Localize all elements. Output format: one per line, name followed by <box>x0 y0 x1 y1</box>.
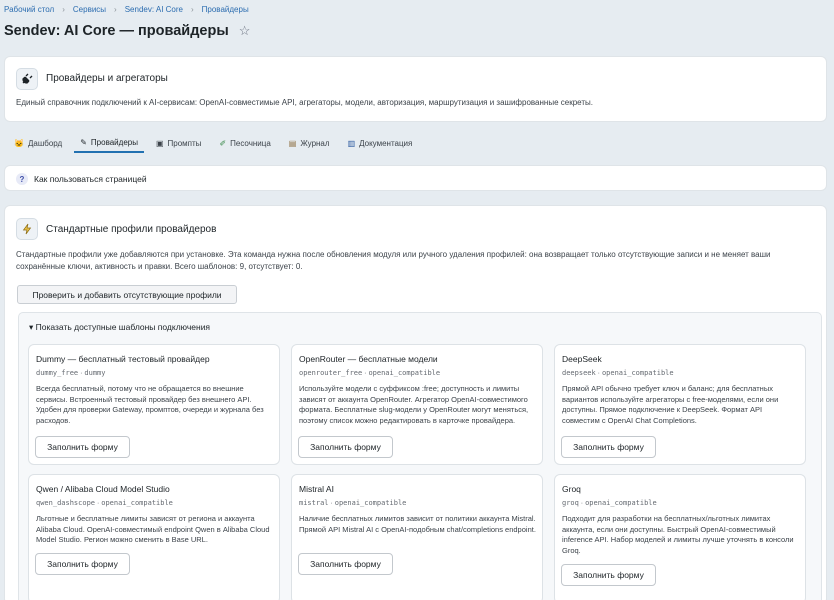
plug-icon <box>16 68 38 90</box>
template-meta: mistral · openai_compatible <box>299 499 406 507</box>
template-description: Наличие бесплатных лимитов зависит от по… <box>299 514 536 534</box>
template-description: Всегда бесплатный, потому что не обращае… <box>36 384 264 425</box>
template-card: Qwen / Alibaba Cloud Model Studio qwen_d… <box>28 474 280 600</box>
fill-form-button[interactable]: Заполнить форму <box>561 564 656 586</box>
breadcrumb-current[interactable]: Провайдеры <box>202 5 249 14</box>
template-code: deepseek <box>562 369 596 377</box>
plug-icon: ✎ <box>80 138 87 147</box>
breadcrumb-separator: › <box>190 5 194 14</box>
template-meta: deepseek · openai_compatible <box>562 369 674 377</box>
template-name: DeepSeek <box>562 354 602 364</box>
template-code: openrouter_free <box>299 369 363 377</box>
breadcrumb-services[interactable]: Сервисы <box>73 5 106 14</box>
template-description: Льготные и бесплатные лимиты зависят от … <box>36 514 270 544</box>
fill-form-button[interactable]: Заполнить форму <box>298 436 393 458</box>
templates-details: ▾ Показать доступные шаблоны подключения… <box>18 312 822 600</box>
question-icon: ? <box>16 173 28 185</box>
template-meta: groq · openai_compatible <box>562 499 657 507</box>
fill-form-button[interactable]: Заполнить форму <box>298 553 393 575</box>
template-card: Groq groq · openai_compatible Подходит д… <box>554 474 806 600</box>
template-code: mistral <box>299 499 329 507</box>
template-name: OpenRouter — бесплатные модели <box>299 354 438 364</box>
journal-icon: ▤ <box>288 139 297 148</box>
tab-label: Провайдеры <box>90 138 138 147</box>
breadcrumb-module[interactable]: Sendev: AI Core <box>125 5 183 14</box>
template-name: Groq <box>562 484 581 494</box>
template-card: OpenRouter — бесплатные модели openroute… <box>291 344 543 465</box>
template-code: dummy_free <box>36 369 79 377</box>
help-label: Как пользоваться страницей <box>34 174 147 184</box>
fill-form-button[interactable]: Заполнить форму <box>35 436 130 458</box>
template-description: Подходит для разработки на бесплатных/ль… <box>562 514 794 555</box>
template-card: Dummy — бесплатный тестовый провайдер du… <box>28 344 280 465</box>
dashboard-icon: 🐱 <box>14 139 24 148</box>
breadcrumb-separator: › <box>114 5 117 14</box>
tab-dashboard[interactable]: 🐱 Дашборд <box>8 134 68 153</box>
check-profiles-button[interactable]: Проверить и добавить отсутствующие профи… <box>17 285 237 304</box>
intro-title: Провайдеры и агрегаторы <box>46 73 168 84</box>
help-card[interactable]: ? Как пользоваться страницей <box>4 165 827 191</box>
template-name: Dummy — бесплатный тестовый провайдер <box>36 354 210 364</box>
breadcrumb-desktop[interactable]: Рабочий стол <box>4 5 54 14</box>
profiles-title: Стандартные профили провайдеров <box>46 224 217 235</box>
pencil-icon: ✐ <box>219 139 227 148</box>
breadcrumb: Рабочий стол › Сервисы › Sendev: AI Core… <box>4 5 249 14</box>
fill-form-button[interactable]: Заполнить форму <box>35 553 130 575</box>
star-icon[interactable]: ☆ <box>239 23 251 39</box>
page-title: Sendev: AI Core — провайдеры <box>4 23 229 39</box>
book-icon: ▥ <box>347 139 356 148</box>
tab-journal[interactable]: ▤ Журнал <box>283 134 336 153</box>
tab-label: Промпты <box>167 139 202 148</box>
tab-sandbox[interactable]: ✐ Песочница <box>213 134 276 153</box>
tab-label: Дашборд <box>27 139 63 148</box>
tab-providers[interactable]: ✎ Провайдеры <box>74 134 144 153</box>
template-kind: openai_compatible <box>334 499 407 507</box>
template-kind: openai_compatible <box>601 369 674 377</box>
breadcrumb-separator: › <box>62 5 65 14</box>
template-meta: dummy_free · dummy <box>36 369 105 377</box>
lightning-icon <box>16 218 38 240</box>
profiles-description: Стандартные профили уже добавляются при … <box>16 250 771 271</box>
intro-description: Единый справочник подключений к AI-серви… <box>16 98 593 107</box>
intro-card: Провайдеры и агрегаторы Единый справочни… <box>4 56 827 122</box>
template-card: Mistral AI mistral · openai_compatible Н… <box>291 474 543 600</box>
page-title-row: Sendev: AI Core — провайдеры ☆ <box>4 23 250 39</box>
tab-label: Документация <box>359 139 413 148</box>
template-card: DeepSeek deepseek · openai_compatible Пр… <box>554 344 806 465</box>
tab-bar: 🐱 Дашборд ✎ Провайдеры ▣ Промпты ✐ Песочница… <box>8 134 424 154</box>
fill-form-button[interactable]: Заполнить форму <box>561 436 656 458</box>
template-kind: openai_compatible <box>368 369 441 377</box>
tab-docs[interactable]: ▥ Документация <box>342 134 419 153</box>
template-name: Qwen / Alibaba Cloud Model Studio <box>36 484 170 494</box>
template-code: groq <box>562 499 579 507</box>
template-meta: openrouter_free · openai_compatible <box>299 369 440 377</box>
template-kind: openai_compatible <box>585 499 657 507</box>
template-meta: qwen_dashscope · openai_compatible <box>36 499 173 507</box>
template-code: qwen_dashscope <box>36 499 96 507</box>
tab-prompts[interactable]: ▣ Промпты <box>150 134 207 153</box>
prompt-icon: ▣ <box>155 139 164 148</box>
templates-summary-toggle[interactable]: ▾ Показать доступные шаблоны подключения <box>29 322 210 333</box>
template-kind: dummy <box>84 369 106 377</box>
template-name: Mistral AI <box>299 484 334 494</box>
template-description: Используйте модели с суффиксом :free; до… <box>299 384 529 425</box>
template-description: Прямой API обычно требует ключ и баланс;… <box>562 384 779 425</box>
tab-label: Журнал <box>300 139 330 148</box>
tab-label: Песочница <box>230 139 271 148</box>
template-kind: openai_compatible <box>101 499 173 507</box>
profiles-card: Стандартные профили провайдеров Стандарт… <box>4 205 827 600</box>
